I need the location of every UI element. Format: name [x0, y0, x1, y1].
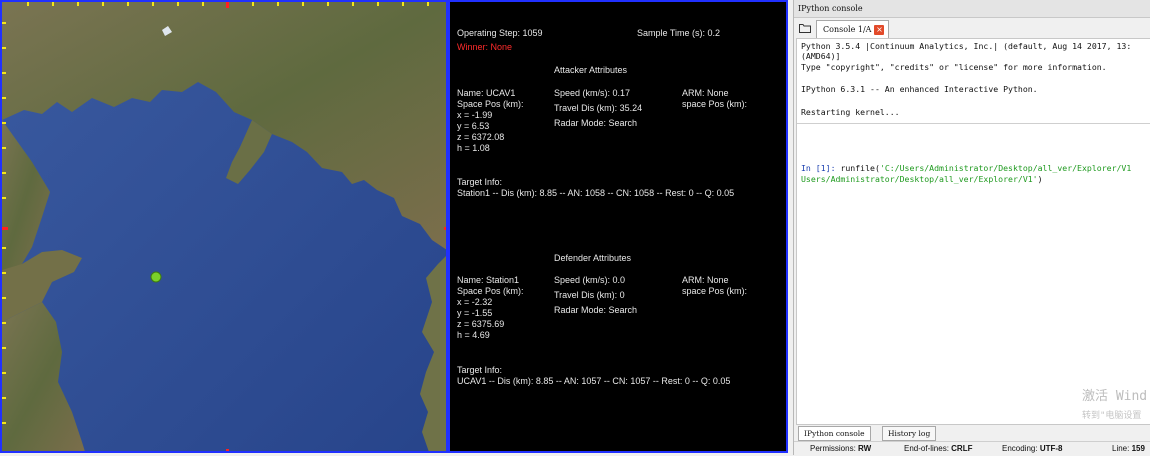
status-encoding: Encoding: UTF-8 — [1002, 442, 1063, 456]
status-line: Line: 159 — [1112, 442, 1145, 456]
defender-radar-mode: Radar Mode: Search — [554, 305, 638, 315]
console-line: Type "copyright", "credits" or "license"… — [801, 62, 1107, 72]
encoding-label: Encoding: — [1002, 444, 1038, 453]
defender-name: Name: Station1 — [457, 275, 520, 285]
defender-target-info: UCAV1 -- Dis (km): 8.85 -- AN: 1057 -- C… — [457, 376, 731, 386]
attacker-y: y = 6.53 — [457, 121, 490, 131]
defender-target-label: Target Info: — [457, 365, 503, 375]
windows-activation-watermark: 激活 Wind — [1082, 389, 1148, 404]
console-line: (AMD64)] — [801, 51, 841, 61]
console-line: IPython 6.3.1 -- An enhanced Interactive… — [801, 84, 1038, 94]
attacker-radar-mode: Radar Mode: Search — [554, 118, 638, 128]
input-prompt: In [1]: — [801, 163, 836, 173]
runfile-close-paren: ) — [1037, 174, 1043, 184]
defender-z: z = 6375.69 — [457, 319, 505, 329]
console-tab-bar: Console 1/A × — [794, 18, 1150, 38]
attacker-x: x = -1.99 — [457, 110, 493, 120]
sample-time: Sample Time (s): 0.2 — [637, 28, 721, 38]
defender-speed: Speed (km/s): 0.0 — [554, 275, 626, 285]
encoding-value: UTF-8 — [1039, 444, 1063, 453]
status-permissions: Permissions: RW — [810, 442, 871, 456]
satellite-map — [0, 0, 448, 453]
eol-value: CRLF — [951, 444, 973, 453]
close-icon[interactable]: × — [874, 25, 885, 35]
status-bar: Permissions: RW End-of-lines: CRLF Encod… — [794, 441, 1150, 456]
defender-heading: Defender Attributes — [554, 253, 632, 263]
console-pane-title: IPython console — [794, 0, 1150, 18]
defender-h: h = 4.69 — [457, 330, 490, 340]
console-line: Python 3.5.4 |Continuum Analytics, Inc.|… — [801, 41, 1132, 51]
console-input-line: In [1]: runfile('C:/Users/Administrator/… — [801, 163, 1131, 174]
attacker-speed: Speed (km/s): 0.17 — [554, 88, 631, 98]
options-icon[interactable] — [799, 23, 811, 33]
console-bottom-tabs: IPython console History log — [794, 426, 1150, 441]
ipython-console-pane: IPython console Console 1/A × Python 3.5.… — [793, 0, 1150, 455]
attacker-target-info: Station1 -- Dis (km): 8.85 -- AN: 1058 -… — [457, 188, 735, 198]
attacker-h: h = 1.08 — [457, 143, 490, 153]
defender-y: y = -1.55 — [457, 308, 493, 318]
attacker-arm-pos: space Pos (km): — [682, 99, 748, 109]
map-canvas — [2, 2, 446, 451]
runfile-arg-cont: Users/Administrator/Desktop/all_ver/Expl… — [801, 174, 1038, 184]
tab-console-1a[interactable]: Console 1/A × — [816, 20, 890, 38]
tab-console-1a-label: Console 1/A — [823, 25, 872, 34]
windows-activation-hint: 转到"电脑设置 — [1082, 411, 1142, 421]
defender-arm-pos: space Pos (km): — [682, 286, 748, 296]
attacker-heading: Attacker Attributes — [554, 65, 628, 75]
attacker-z: z = 6372.08 — [457, 132, 505, 142]
console-input-continuation: Users/Administrator/Desktop/all_ver/Expl… — [801, 174, 1043, 185]
console-line: Restarting kernel... — [801, 107, 900, 117]
defender-x: x = -2.32 — [457, 297, 493, 307]
line-label: Line: — [1112, 444, 1130, 453]
attacker-name: Name: UCAV1 — [457, 88, 516, 98]
runfile-call: runfile( — [835, 163, 880, 173]
ucav-marker[interactable] — [150, 271, 162, 283]
console-separator — [797, 123, 1150, 124]
attacker-space-pos-label: Space Pos (km): — [457, 99, 524, 109]
simulation-info-panel: Operating Step: 1059 Sample Time (s): 0.… — [448, 0, 788, 453]
runfile-arg: 'C:/Users/Administrator/Desktop/all_ver/… — [879, 163, 1132, 173]
permissions-label: Permissions: — [810, 444, 856, 453]
attacker-travel: Travel Dis (km): 35.24 — [554, 103, 643, 113]
eol-label: End-of-lines: — [904, 444, 949, 453]
defender-arm: ARM: None — [682, 275, 729, 285]
attacker-target-label: Target Info: — [457, 177, 503, 187]
tab-ipython-console[interactable]: IPython console — [798, 426, 871, 441]
permissions-value: RW — [858, 444, 872, 453]
tab-history-log[interactable]: History log — [882, 426, 937, 441]
status-eol: End-of-lines: CRLF — [904, 442, 972, 456]
defender-travel: Travel Dis (km): 0 — [554, 290, 625, 300]
attacker-arm: ARM: None — [682, 88, 729, 98]
console-output[interactable]: Python 3.5.4 |Continuum Analytics, Inc.|… — [796, 38, 1150, 425]
operating-step: Operating Step: 1059 — [457, 28, 543, 38]
defender-space-pos-label: Space Pos (km): — [457, 286, 524, 296]
winner-status: Winner: None — [457, 42, 513, 52]
line-value: 159 — [1131, 444, 1145, 453]
